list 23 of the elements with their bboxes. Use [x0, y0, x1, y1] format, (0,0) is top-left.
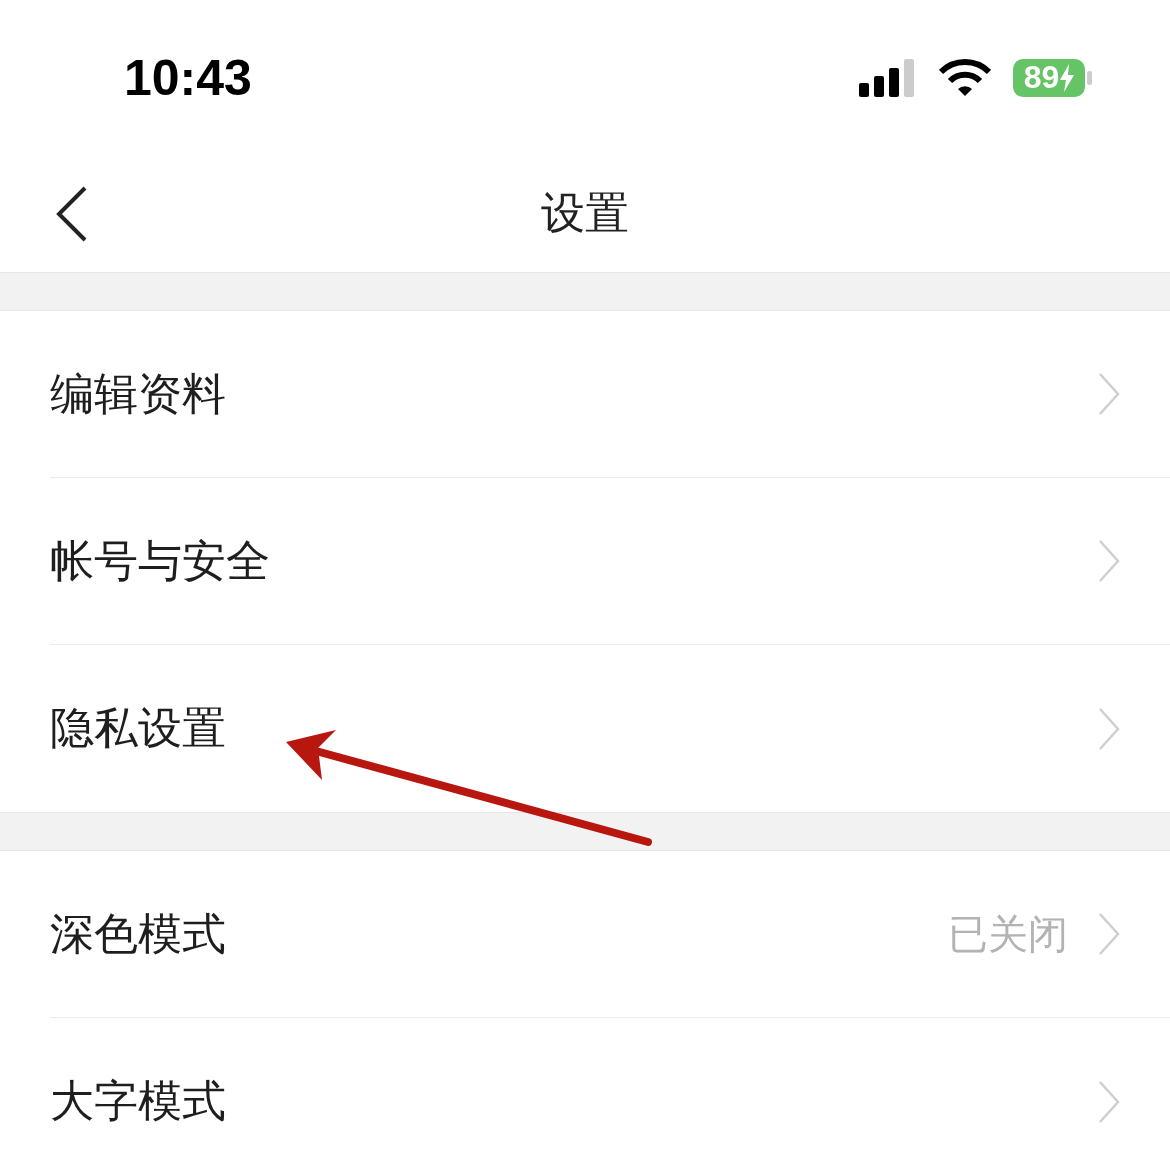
status-time: 10:43	[124, 48, 252, 107]
chevron-right-icon	[1098, 372, 1120, 416]
page-title: 设置	[541, 186, 629, 240]
battery-tip-icon	[1087, 70, 1092, 85]
signal-icon	[859, 58, 917, 97]
battery-percent: 89	[1023, 59, 1060, 96]
row-label: 深色模式	[50, 906, 227, 961]
settings-row[interactable]: 编辑资料	[50, 311, 1170, 478]
row-label: 隐私设置	[50, 701, 227, 755]
chevron-right-icon	[1098, 706, 1120, 751]
row-label: 大字模式	[50, 1074, 227, 1128]
chevron-right-icon	[1098, 912, 1120, 956]
row-value: 已关闭	[948, 909, 1068, 959]
wifi-icon	[939, 58, 991, 97]
chevron-right-icon	[1098, 539, 1120, 583]
chevron-right-icon	[1098, 1079, 1120, 1124]
row-label: 编辑资料	[50, 366, 227, 421]
settings-row[interactable]: 帐号与安全	[50, 478, 1170, 645]
bolt-icon	[1060, 63, 1075, 92]
settings-row[interactable]: 隐私设置	[50, 645, 1170, 812]
settings-row[interactable]: 深色模式 已关闭	[50, 851, 1170, 1018]
row-label: 帐号与安全	[50, 533, 271, 588]
settings-row[interactable]: 大字模式	[50, 1018, 1170, 1170]
